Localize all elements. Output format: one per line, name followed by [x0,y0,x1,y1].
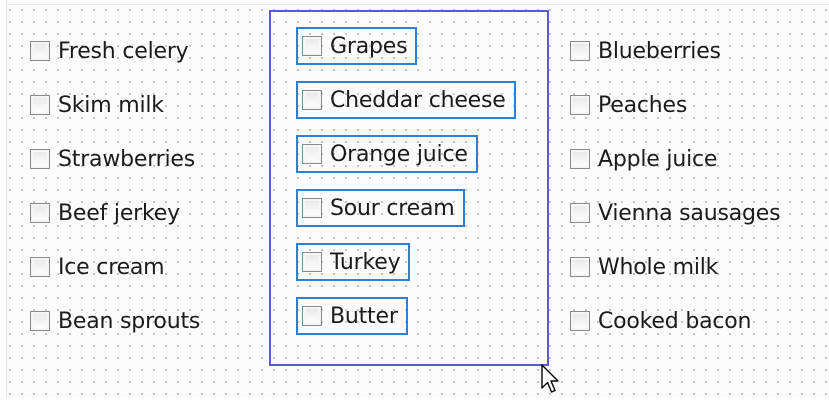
checkbox-whole-milk[interactable]: Whole milk [566,248,718,286]
checkbox-icon[interactable] [30,203,50,223]
checkbox-label: Orange juice [330,141,468,167]
checkbox-label: Blueberries [598,38,721,64]
checkbox-icon[interactable] [570,311,590,331]
checkbox-label: Peaches [598,92,688,118]
checkbox-grapes[interactable]: Grapes [296,27,418,65]
checkbox-ice-cream[interactable]: Ice cream [26,248,165,286]
checkbox-icon[interactable] [302,144,322,164]
checkbox-label: Bean sprouts [58,308,201,334]
checkbox-cheddar-cheese[interactable]: Cheddar cheese [296,81,516,119]
checkbox-turkey[interactable]: Turkey [296,243,411,281]
checkbox-label: Cheddar cheese [330,87,506,113]
checkbox-icon[interactable] [570,203,590,223]
checkbox-sour-cream[interactable]: Sour cream [296,189,465,227]
checkbox-label: Apple juice [598,146,718,172]
checkbox-peaches[interactable]: Peaches [566,86,687,124]
checkbox-icon[interactable] [570,95,590,115]
checkbox-orange-juice[interactable]: Orange juice [296,135,478,173]
checkbox-icon[interactable] [30,41,50,61]
checkbox-label: Ice cream [58,254,165,280]
checkbox-cooked-bacon[interactable]: Cooked bacon [566,302,751,340]
checkbox-label: Butter [330,303,398,329]
checkbox-label: Sour cream [330,195,455,221]
checkbox-label: Strawberries [58,146,196,172]
checkbox-icon[interactable] [30,149,50,169]
checkbox-label: Grapes [330,33,408,59]
canvas-top-edge [0,0,829,5]
checkbox-icon[interactable] [30,311,50,331]
checkbox-strawberries[interactable]: Strawberries [26,140,195,178]
checkbox-label: Cooked bacon [598,308,752,334]
checkbox-skim-milk[interactable]: Skim milk [26,86,164,124]
checkbox-bean-sprouts[interactable]: Bean sprouts [26,302,200,340]
checkbox-apple-juice[interactable]: Apple juice [566,140,717,178]
checkbox-icon[interactable] [30,95,50,115]
checkbox-icon[interactable] [302,36,322,56]
checkbox-butter[interactable]: Butter [296,297,408,335]
checkbox-label: Fresh celery [58,38,189,64]
checkbox-icon[interactable] [302,198,322,218]
checkbox-icon[interactable] [302,306,322,326]
checkbox-icon[interactable] [570,257,590,277]
checkbox-label: Beef jerkey [58,200,180,226]
checkbox-blueberries[interactable]: Blueberries [566,32,721,70]
checkbox-icon[interactable] [302,252,322,272]
checkbox-fresh-celery[interactable]: Fresh celery [26,32,189,70]
checkbox-icon[interactable] [30,257,50,277]
checkbox-vienna-sausages[interactable]: Vienna sausages [566,194,781,232]
checkbox-icon[interactable] [302,90,322,110]
checkbox-label: Skim milk [58,92,164,118]
checkbox-label: Turkey [330,249,401,275]
canvas-left-edge [0,0,7,398]
checkbox-label: Whole milk [598,254,719,280]
checkbox-icon[interactable] [570,41,590,61]
checkbox-beef-jerkey[interactable]: Beef jerkey [26,194,180,232]
arrow-pointer-icon [540,364,560,400]
checkbox-label: Vienna sausages [598,200,781,226]
checkbox-icon[interactable] [570,149,590,169]
